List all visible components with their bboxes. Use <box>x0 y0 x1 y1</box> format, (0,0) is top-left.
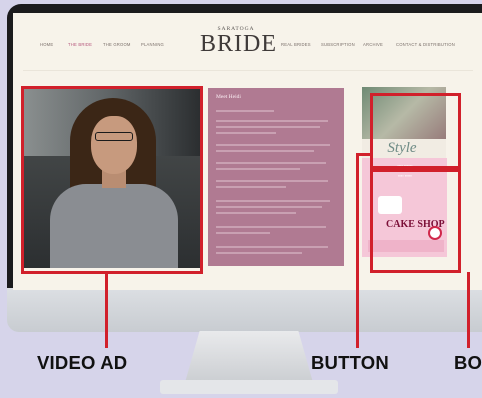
nav-contact-distribution[interactable]: CONTACT & DISTRIBUTION <box>396 42 455 47</box>
video-ad-connector <box>105 273 108 348</box>
text-line <box>216 232 270 234</box>
box-label: BO <box>454 352 482 373</box>
text-line <box>216 120 328 122</box>
nav-archive[interactable]: ARCHIVE <box>363 42 383 47</box>
text-line <box>216 144 330 146</box>
nav-real-brides[interactable]: REAL BRIDES <box>281 42 311 47</box>
text-line <box>216 186 286 188</box>
text-line <box>216 150 314 152</box>
header-divider <box>23 70 473 71</box>
button-ad-highlight <box>370 93 461 169</box>
text-line <box>216 226 326 228</box>
nav-the-bride[interactable]: THE BRIDE <box>68 42 92 47</box>
article-panel: Meet Heidi <box>208 88 344 266</box>
nav-the-groom[interactable]: THE GROOM <box>103 42 131 47</box>
text-line <box>216 110 274 112</box>
button-label: BUTTON <box>311 352 389 373</box>
nav-subscription[interactable]: SUBSCRIPTION <box>321 42 355 47</box>
monitor-stand <box>184 331 314 386</box>
text-line <box>216 200 330 202</box>
monitor-chin <box>7 288 482 332</box>
nav-planning[interactable]: PLANNING <box>141 42 164 47</box>
text-line <box>216 162 326 164</box>
video-ad-label: VIDEO AD <box>37 352 128 373</box>
monitor-base <box>160 380 338 394</box>
text-line <box>216 246 328 248</box>
text-line <box>216 252 302 254</box>
site-logo[interactable]: BRIDE <box>200 32 276 56</box>
text-line <box>216 212 296 214</box>
text-line <box>216 206 322 208</box>
text-line <box>216 168 300 170</box>
box-connector <box>467 272 470 348</box>
text-line <box>216 132 276 134</box>
text-line <box>216 126 320 128</box>
nav-home[interactable]: HOME <box>40 42 53 47</box>
button-connector-vertical <box>356 153 359 348</box>
box-ad-highlight <box>370 169 461 273</box>
article-title: Meet Heidi <box>216 94 241 100</box>
video-ad-highlight <box>21 86 203 274</box>
text-line <box>216 180 328 182</box>
